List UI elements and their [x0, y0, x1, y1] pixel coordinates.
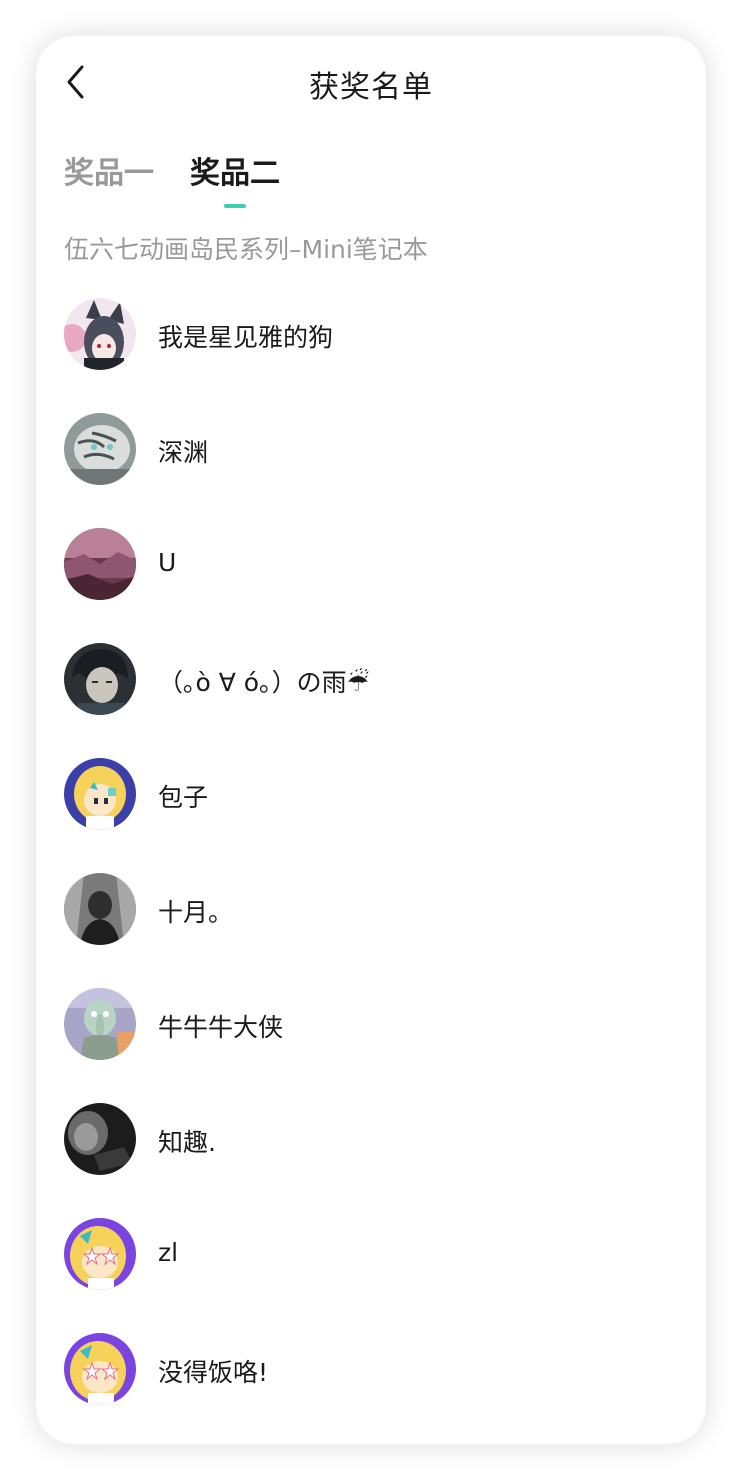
navigation-bar: 获奖名单 [36, 36, 706, 128]
avatar[interactable] [64, 1103, 136, 1175]
avatar[interactable] [64, 643, 136, 715]
winner-row[interactable]: 知趣. [64, 1103, 684, 1218]
page-title: 获奖名单 [309, 70, 433, 105]
winner-row[interactable]: 没得饭咯! [64, 1333, 684, 1444]
winner-name: 十月。 [158, 898, 234, 927]
tab-prize-one[interactable]: 奖品一 [64, 148, 154, 208]
tab-label: 奖品二 [190, 156, 280, 191]
page-container: 获奖名单 奖品一 奖品二 伍六七动画岛民系列–Mini笔记本 我是星见雅的狗 深… [36, 36, 706, 1444]
winner-row[interactable]: 十月。 [64, 873, 684, 988]
winner-name: U [158, 548, 177, 577]
winner-name: （｡ò ∀ ó｡）の雨☔ [158, 668, 369, 697]
avatar[interactable] [64, 1218, 136, 1290]
avatar[interactable] [64, 413, 136, 485]
winner-row[interactable]: 深渊 [64, 413, 684, 528]
avatar[interactable] [64, 528, 136, 600]
winner-row[interactable]: （｡ò ∀ ó｡）の雨☔ [64, 643, 684, 758]
winner-name: 没得饭咯! [158, 1358, 269, 1387]
tab-prize-two[interactable]: 奖品二 [190, 148, 280, 208]
winner-row[interactable]: U [64, 528, 684, 643]
winner-row[interactable]: zl [64, 1218, 684, 1333]
winner-name: 包子 [158, 783, 209, 812]
prize-tabs: 奖品一 奖品二 [64, 148, 280, 208]
winner-row[interactable]: 包子 [64, 758, 684, 873]
winner-list: 我是星见雅的狗 深渊 U （｡ò ∀ ó｡）の雨☔ 包子 十月。 牛牛牛大侠 知… [64, 298, 684, 1444]
winner-name: 深渊 [158, 438, 209, 467]
winner-name: 知趣. [158, 1128, 216, 1157]
avatar[interactable] [64, 873, 136, 945]
winner-name: 我是星见雅的狗 [158, 323, 334, 352]
winner-row[interactable]: 牛牛牛大侠 [64, 988, 684, 1103]
winner-name: 牛牛牛大侠 [158, 1013, 284, 1042]
tab-label: 奖品一 [64, 156, 154, 191]
avatar[interactable] [64, 298, 136, 370]
prize-name: 伍六七动画岛民系列–Mini笔记本 [64, 235, 428, 264]
avatar[interactable] [64, 988, 136, 1060]
avatar[interactable] [64, 758, 136, 830]
winner-row[interactable]: 我是星见雅的狗 [64, 298, 684, 413]
active-tab-indicator [224, 204, 246, 208]
winner-name: zl [158, 1238, 179, 1267]
avatar[interactable] [64, 1333, 136, 1405]
